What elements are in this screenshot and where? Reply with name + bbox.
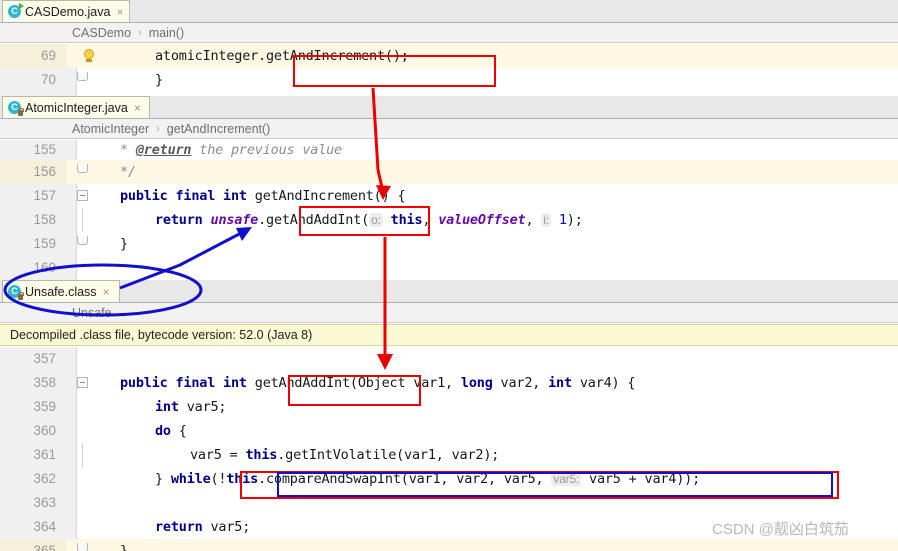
code-area-casdemo[interactable]: 68 69 atomicInteger.getAndIncrement(); 7… xyxy=(0,44,898,96)
code-line-70: 70 } xyxy=(0,68,898,92)
breadcrumb-class[interactable]: CASDemo xyxy=(72,26,131,40)
code-text: return var5; xyxy=(155,519,251,535)
ide-window: C CASDemo.java × CASDemo › main() 68 69 … xyxy=(0,0,898,551)
code-text: int var5; xyxy=(155,399,227,415)
line-number: 156 xyxy=(0,160,66,184)
breadcrumb-casdemo: CASDemo › main() xyxy=(0,23,898,43)
fold-marker-icon[interactable] xyxy=(76,184,88,208)
code-line-360: 360 do { xyxy=(0,419,898,443)
code-text: return unsafe.getAndAddInt(o: this, valu… xyxy=(155,212,583,228)
code-line-158: 158 return unsafe.getAndAddInt(o: this, … xyxy=(0,208,898,232)
line-number: 157 xyxy=(33,188,56,203)
tabstrip-atomicinteger: C AtomicInteger.java × xyxy=(0,96,898,119)
tabstrip-casdemo: C CASDemo.java × xyxy=(0,0,898,23)
code-line-357: 357 xyxy=(0,347,898,371)
line-number: 358 xyxy=(33,375,56,390)
watermark: CSDN @靓凶白筑茄 xyxy=(712,521,849,538)
code-text: * @return the previous value xyxy=(120,142,342,158)
code-line-365: 365 } xyxy=(0,539,898,551)
breadcrumb-member[interactable]: main() xyxy=(149,26,184,40)
code-line-69[interactable]: 69 atomicInteger.getAndIncrement(); xyxy=(0,44,898,68)
line-number: 155 xyxy=(33,142,56,157)
tabstrip-unsafe: C Unsafe.class × xyxy=(0,280,898,303)
lightbulb-icon[interactable] xyxy=(82,49,96,63)
line-number: 363 xyxy=(33,495,56,510)
breadcrumb-class[interactable]: AtomicInteger xyxy=(72,122,149,136)
tab-label: Unsafe.class xyxy=(25,284,97,299)
breadcrumb-member[interactable]: getAndIncrement() xyxy=(167,122,271,136)
tab-unsafe-class[interactable]: C Unsafe.class × xyxy=(2,280,120,302)
code-text: do { xyxy=(155,423,187,439)
line-number: 360 xyxy=(33,423,56,438)
line-number: 361 xyxy=(33,447,56,462)
line-number: 362 xyxy=(33,471,56,486)
java-class-readonly-icon: C xyxy=(8,101,24,116)
breadcrumb-separator-icon: › xyxy=(156,122,160,135)
line-number: 69 xyxy=(0,44,66,68)
line-number: 160 xyxy=(33,260,56,275)
fold-guide xyxy=(76,208,88,232)
breadcrumb-unsafe: Unsafe xyxy=(0,303,898,323)
fold-marker-icon[interactable] xyxy=(76,232,88,256)
java-class-run-icon: C xyxy=(8,3,24,18)
code-text: */ xyxy=(120,164,136,180)
breadcrumb-class[interactable]: Unsafe xyxy=(72,306,112,320)
fold-marker-icon[interactable] xyxy=(76,539,88,551)
fold-marker-icon[interactable] xyxy=(76,68,88,92)
close-icon[interactable]: × xyxy=(103,286,110,298)
close-icon[interactable]: × xyxy=(116,6,123,18)
breadcrumb-atomicinteger: AtomicInteger › getAndIncrement() xyxy=(0,119,898,139)
line-number: 359 xyxy=(33,399,56,414)
line-number: 365 xyxy=(0,539,66,551)
code-text: var5 = this.getIntVolatile(var1, var2); xyxy=(190,447,500,463)
code-text: public final int getAndIncrement() { xyxy=(120,188,406,204)
code-text: } xyxy=(120,543,128,551)
code-line-156: 156 */ xyxy=(0,160,898,184)
tab-label: CASDemo.java xyxy=(25,4,111,19)
code-text: } while(!this.compareAndSwapInt(var1, va… xyxy=(155,471,701,487)
decompiled-banner: Decompiled .class file, bytecode version… xyxy=(0,324,898,346)
code-line-157: 157 public final int getAndIncrement() { xyxy=(0,184,898,208)
fold-marker-icon[interactable] xyxy=(76,371,88,395)
line-number: 357 xyxy=(33,351,56,366)
code-line-359: 359 int var5; xyxy=(0,395,898,419)
code-line-358: 358 public final int getAndAddInt(Object… xyxy=(0,371,898,395)
decompiled-banner-text: Decompiled .class file, bytecode version… xyxy=(10,328,313,342)
param-hint-var5: var5: xyxy=(551,472,582,486)
code-area-atomicinteger[interactable]: 155 * @return the previous value 156 */ … xyxy=(0,140,898,280)
code-line-160: 160 xyxy=(0,256,898,280)
java-class-readonly-icon: C xyxy=(8,285,24,300)
tab-label: AtomicInteger.java xyxy=(25,100,128,115)
code-text: public final int getAndAddInt(Object var… xyxy=(120,375,636,391)
code-line-361: 361 var5 = this.getIntVolatile(var1, var… xyxy=(0,443,898,467)
param-hint-o: o: xyxy=(369,213,383,227)
code-line-362: 362 } while(!this.compareAndSwapInt(var1… xyxy=(0,467,898,491)
code-text: atomicInteger.getAndIncrement(); xyxy=(155,48,409,64)
line-number: 70 xyxy=(40,72,56,87)
line-number: 364 xyxy=(33,519,56,534)
tab-casdemo-java[interactable]: C CASDemo.java × xyxy=(2,0,130,22)
code-line-363: 363 xyxy=(0,491,898,515)
line-number: 158 xyxy=(33,212,56,227)
code-text: } xyxy=(120,236,128,252)
breadcrumb-separator-icon: › xyxy=(138,26,142,39)
line-number: 159 xyxy=(33,236,56,251)
tab-atomicinteger-java[interactable]: C AtomicInteger.java × xyxy=(2,96,150,118)
code-line-155: 155 * @return the previous value xyxy=(0,140,898,160)
fold-marker-icon[interactable] xyxy=(76,160,88,184)
fold-guide xyxy=(76,443,88,467)
close-icon[interactable]: × xyxy=(134,102,141,114)
code-text: } xyxy=(155,72,163,88)
code-line-159: 159 } xyxy=(0,232,898,256)
param-hint-i: i: xyxy=(541,213,551,227)
